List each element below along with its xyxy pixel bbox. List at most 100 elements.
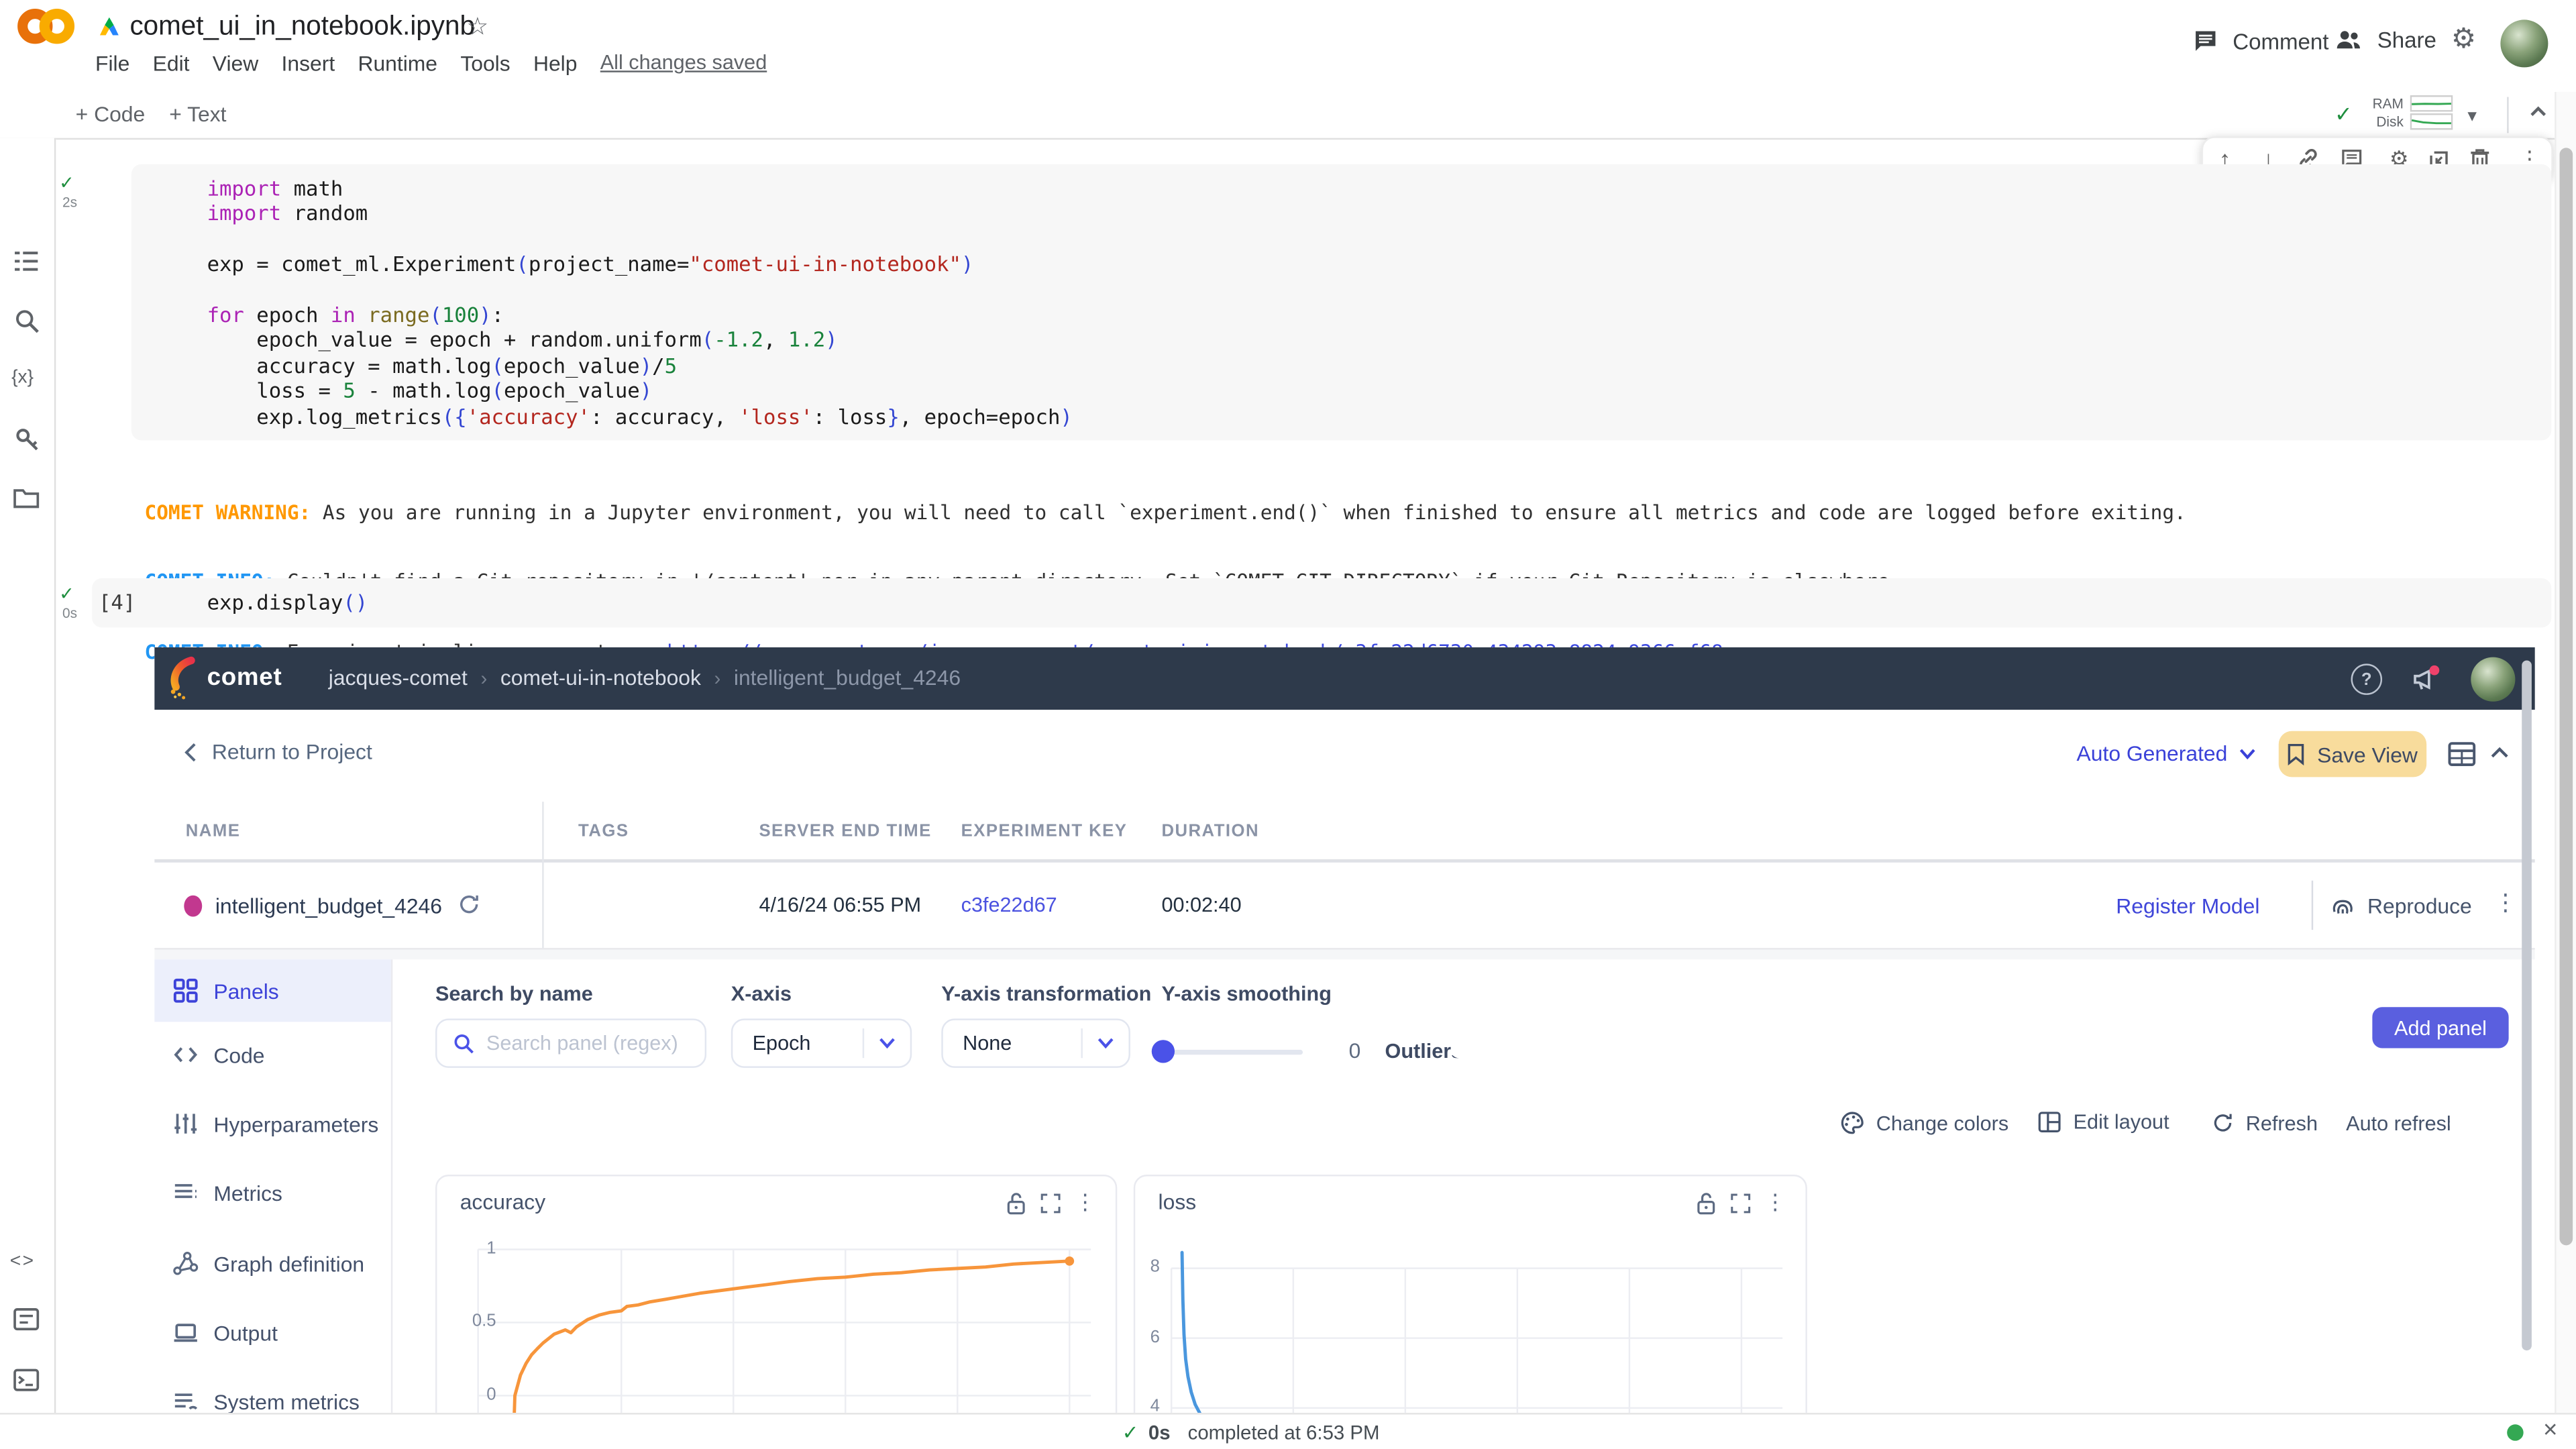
- menu-edit[interactable]: Edit: [153, 51, 190, 76]
- comet-logo-icon[interactable]: [168, 654, 204, 703]
- breadcrumb-experiment[interactable]: intelligent_budget_4246: [734, 665, 961, 690]
- account-avatar[interactable]: [2500, 19, 2548, 67]
- change-colors-button[interactable]: Change colors: [1840, 1111, 2008, 1136]
- cell1-editor[interactable]: import mathimport random exp = comet_ml.…: [131, 164, 2551, 440]
- tab-hyperparameters[interactable]: Hyperparameters: [154, 1093, 391, 1155]
- lock-open-icon[interactable]: [1006, 1190, 1027, 1215]
- menu-insert[interactable]: Insert: [282, 51, 335, 76]
- star-icon[interactable]: ☆: [467, 11, 489, 41]
- page-scrollbar-thumb[interactable]: [2560, 148, 2573, 1245]
- variables-icon[interactable]: {x}: [11, 368, 34, 388]
- menu-tools[interactable]: Tools: [460, 51, 510, 76]
- close-statusbar-icon[interactable]: ×: [2543, 1416, 2557, 1444]
- register-model-link[interactable]: Register Model: [2116, 894, 2259, 918]
- cell2-editor[interactable]: [4] exp.display(): [92, 578, 2551, 627]
- sliders-icon: [172, 1111, 199, 1137]
- expand-icon[interactable]: [1730, 1192, 1752, 1214]
- resources-dropdown-icon[interactable]: ▾: [2467, 105, 2477, 127]
- terminal-icon[interactable]: [13, 1368, 40, 1391]
- menubar: File Edit View Insert Runtime Tools Help…: [95, 51, 767, 76]
- experiment-name[interactable]: intelligent_budget_4246: [215, 894, 442, 918]
- chevron-left-icon: [184, 742, 197, 761]
- help-icon[interactable]: ?: [2351, 663, 2383, 695]
- menu-help[interactable]: Help: [533, 51, 578, 76]
- iframe-scrollbar[interactable]: [2522, 660, 2532, 1350]
- experiment-row[interactable]: intelligent_budget_4246 4/16/24 06:55 PM…: [154, 863, 2535, 948]
- tabs-divider: [391, 959, 392, 1413]
- autosave-status[interactable]: All changes saved: [600, 51, 767, 76]
- comet-avatar[interactable]: [2471, 657, 2515, 702]
- col-header-server-end-time[interactable]: SERVER END TIME: [759, 822, 931, 841]
- settings-gear-icon[interactable]: ⚙: [2451, 23, 2476, 56]
- tab-panels[interactable]: Panels: [154, 959, 391, 1022]
- xaxis-select[interactable]: Epoch: [731, 1018, 912, 1067]
- menu-runtime[interactable]: Runtime: [358, 51, 437, 76]
- ytrans-label: Y-axis transformation: [941, 983, 1151, 1006]
- add-panel-button[interactable]: Add panel: [2372, 1007, 2508, 1048]
- files-folder-icon[interactable]: [13, 486, 40, 509]
- menu-file[interactable]: File: [95, 51, 129, 76]
- breadcrumb-workspace[interactable]: jacques-comet: [329, 665, 468, 690]
- col-header-duration[interactable]: DURATION: [1161, 822, 1259, 841]
- command-palette-icon[interactable]: [13, 1307, 40, 1330]
- slider-knob[interactable]: [1152, 1040, 1175, 1063]
- return-to-project-link[interactable]: Return to Project: [184, 739, 372, 764]
- smoothing-label: Y-axis smoothing: [1161, 983, 1331, 1006]
- xaxis-label: X-axis: [731, 983, 792, 1006]
- graph-network-icon: [172, 1250, 199, 1277]
- table-view-icon[interactable]: [2448, 741, 2476, 767]
- breadcrumb-project[interactable]: comet-ui-in-notebook: [500, 665, 701, 690]
- lock-open-icon[interactable]: [1695, 1190, 1717, 1215]
- sync-icon[interactable]: [457, 892, 482, 917]
- disk-sparkline: [2410, 113, 2453, 129]
- reproduce-button[interactable]: Reproduce: [2330, 892, 2472, 918]
- col-header-tags[interactable]: TAGS: [578, 822, 629, 841]
- col-header-experiment-key[interactable]: EXPERIMENT KEY: [961, 822, 1128, 841]
- chart-more-icon[interactable]: ⋮: [1075, 1189, 1096, 1216]
- tab-output[interactable]: Output: [154, 1301, 391, 1364]
- smoothing-slider[interactable]: [1155, 1045, 1303, 1059]
- ram-disk-widget[interactable]: RAM Disk: [2371, 95, 2453, 129]
- collapse-section-icon[interactable]: [2489, 744, 2510, 762]
- view-dropdown[interactable]: Auto Generated: [2077, 741, 2255, 765]
- search-by-name-label: Search by name: [435, 983, 593, 1006]
- tab-graph-definition[interactable]: Graph definition: [154, 1232, 391, 1295]
- expand-icon[interactable]: [1040, 1192, 1061, 1214]
- disk-label: Disk: [2371, 113, 2404, 129]
- table-of-contents-icon[interactable]: [13, 250, 40, 272]
- chart-more-icon[interactable]: ⋮: [1764, 1189, 1786, 1216]
- ytrans-select[interactable]: None: [941, 1018, 1130, 1067]
- comment-button[interactable]: Comment: [2192, 28, 2329, 54]
- refresh-button[interactable]: Refresh: [2211, 1111, 2318, 1136]
- cell1-runtime: 2s: [62, 194, 77, 210]
- share-button[interactable]: Share: [2334, 28, 2436, 53]
- code-icon: [172, 1042, 199, 1068]
- comet-brand[interactable]: comet: [207, 663, 282, 692]
- colab-logo-icon[interactable]: [15, 5, 77, 48]
- refresh-icon: [2211, 1111, 2234, 1136]
- slider-track[interactable]: [1155, 1049, 1303, 1055]
- code-cell-1: ✓ 2s import mathimport random exp = come…: [62, 164, 2551, 443]
- menu-view[interactable]: View: [213, 51, 258, 76]
- tab-metrics[interactable]: Metrics: [154, 1161, 391, 1224]
- row-more-icon[interactable]: ⋮: [2494, 889, 2517, 917]
- ram-label: RAM: [2371, 95, 2404, 111]
- edit-layout-button[interactable]: Edit layout: [2037, 1111, 2169, 1134]
- connection-dot: [2507, 1424, 2523, 1440]
- save-view-button[interactable]: Save View: [2279, 731, 2426, 777]
- search-icon[interactable]: [15, 309, 40, 333]
- secrets-key-icon[interactable]: [15, 427, 40, 452]
- add-text-button[interactable]: + Text: [169, 102, 226, 127]
- code-snippets-icon[interactable]: <>: [10, 1252, 36, 1271]
- add-code-button[interactable]: + Code: [76, 102, 146, 127]
- notebook-title[interactable]: comet_ui_in_notebook.ipynb: [129, 11, 474, 43]
- comet-embed: comet jacques-comet › comet-ui-in-notebo…: [154, 647, 2535, 1413]
- col-header-name[interactable]: NAME: [186, 822, 241, 841]
- announcements-icon[interactable]: [2410, 662, 2443, 695]
- tab-system-metrics[interactable]: System metrics: [154, 1370, 391, 1413]
- search-input[interactable]: Search panel (regex): [435, 1018, 706, 1067]
- collapse-header-icon[interactable]: [2527, 100, 2550, 123]
- layout-icon: [2037, 1111, 2062, 1134]
- experiment-key-link[interactable]: c3fe22d67: [961, 894, 1057, 916]
- tab-code[interactable]: Code: [154, 1024, 391, 1086]
